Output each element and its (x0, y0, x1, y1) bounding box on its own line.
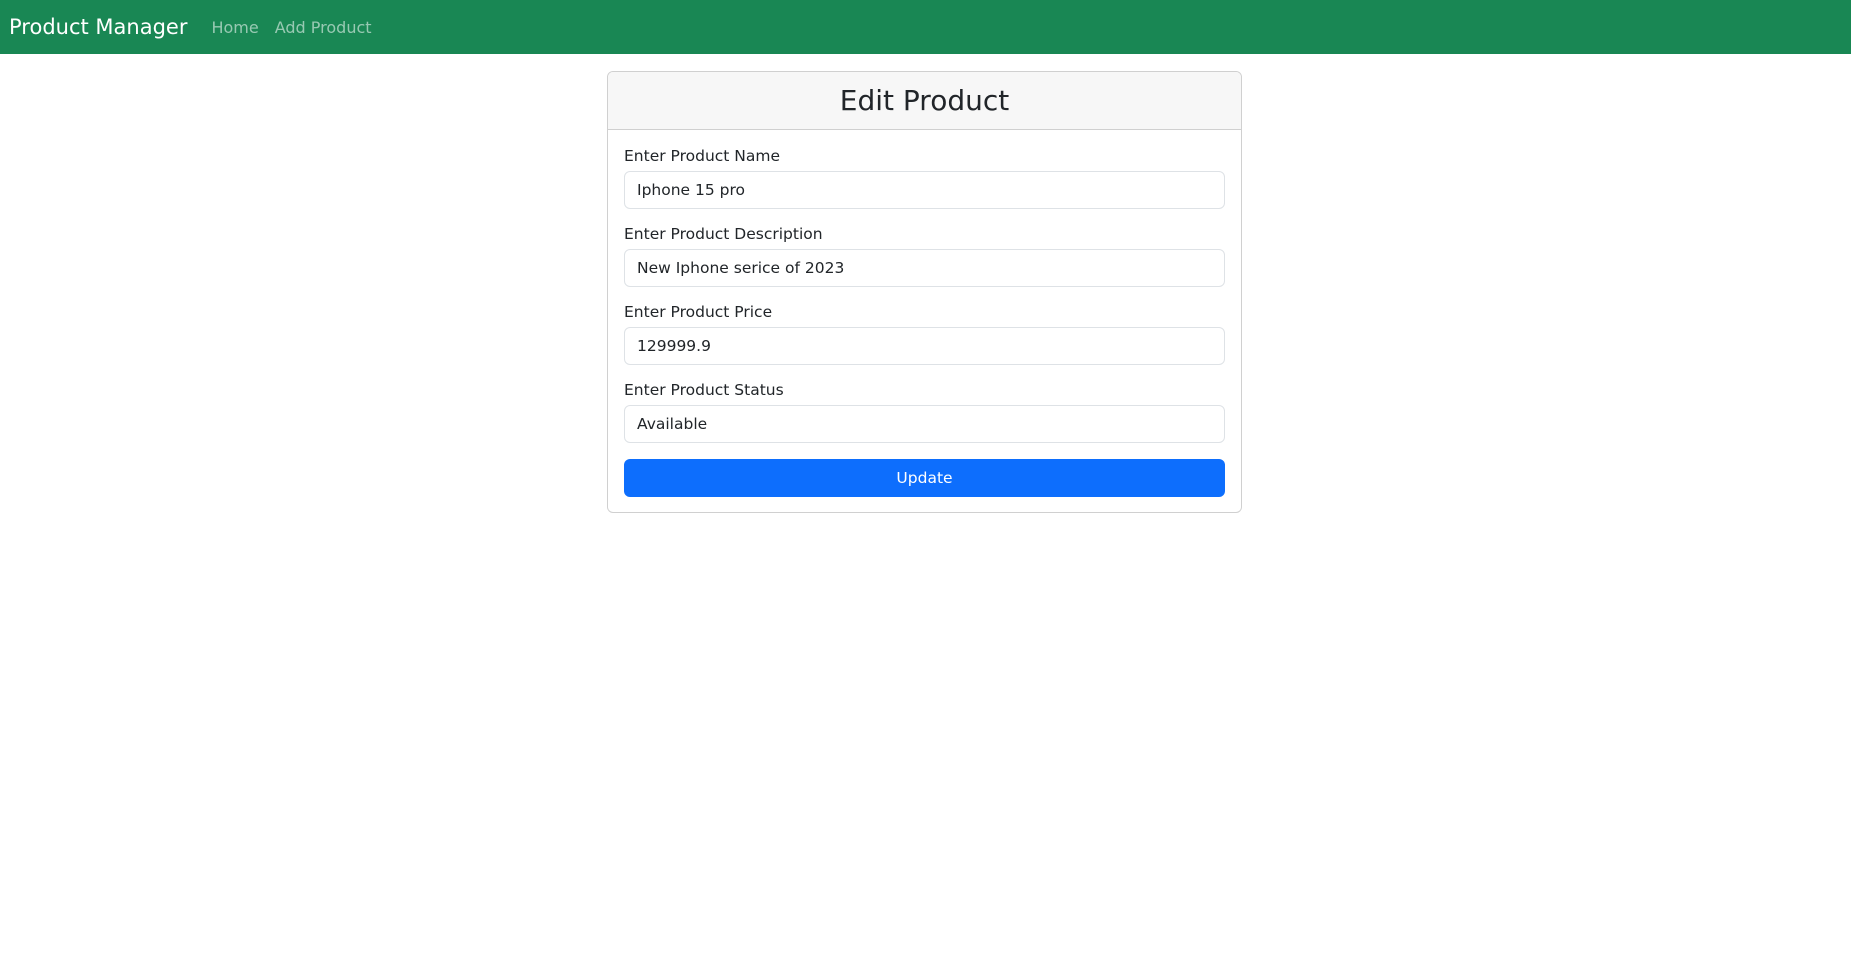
product-name-input[interactable] (624, 171, 1225, 209)
product-name-label: Enter Product Name (624, 147, 781, 165)
product-status-label: Enter Product Status (624, 381, 784, 399)
nav-home[interactable]: Home (211, 18, 258, 37)
navbar: Product Manager Home Add Product (0, 0, 1851, 54)
product-description-label: Enter Product Description (624, 225, 823, 243)
product-status-input[interactable] (624, 405, 1225, 443)
edit-product-card: Edit Product Enter Product Name Enter Pr… (607, 71, 1242, 513)
brand-link[interactable]: Product Manager (9, 15, 187, 39)
product-price-label: Enter Product Price (624, 303, 773, 321)
page-title: Edit Product (608, 72, 1241, 130)
product-description-input[interactable] (624, 249, 1225, 287)
update-button[interactable]: Update (624, 459, 1225, 497)
nav-add-product[interactable]: Add Product (275, 18, 372, 37)
product-price-input[interactable] (624, 327, 1225, 365)
